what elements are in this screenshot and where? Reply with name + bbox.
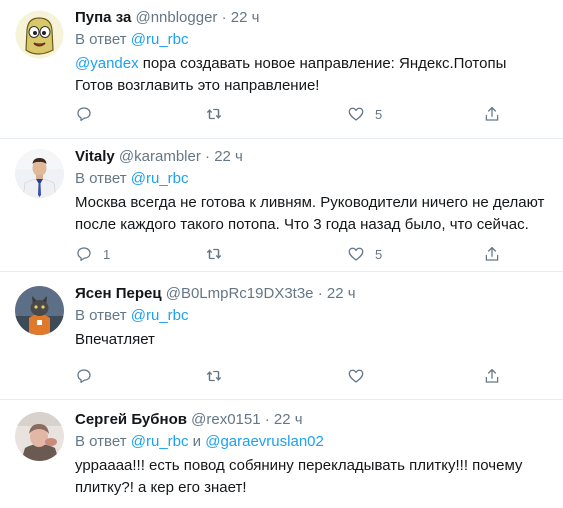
tweet-text: @yandex пора создавать новое направление… [75, 53, 557, 97]
reply-context: В ответ @ru_rbc [75, 30, 557, 50]
timestamp[interactable]: 22 ч [214, 148, 243, 165]
author-handle[interactable]: @B0LmpRc19DX3t3e [166, 285, 314, 302]
reply-icon [77, 369, 91, 384]
replies-feed: Пупа за @nnblogger · 22 ч В ответ @ru_rb… [0, 0, 563, 508]
avatar[interactable] [15, 286, 64, 335]
tweet[interactable]: Сергей Бубнов @rex0151 · 22 ч В ответ @r… [0, 400, 563, 508]
timestamp[interactable]: 22 ч [231, 9, 260, 26]
separator-dot: · [221, 9, 227, 26]
share-icon [485, 368, 499, 383]
share-button[interactable] [483, 366, 501, 386]
tweet-header: Vitaly @karambler · 22 ч [75, 147, 557, 167]
separator-dot: · [205, 148, 211, 165]
tweet[interactable]: Ясен Перец @B0LmpRc19DX3t3e · 22 ч В отв… [0, 272, 563, 400]
share-button[interactable] [483, 104, 501, 124]
reply-mention[interactable]: @ru_rbc [131, 433, 189, 450]
reply-button[interactable]: 1 [75, 244, 110, 264]
author-handle[interactable]: @nnblogger [135, 9, 217, 26]
tweet-text: урраааа!!! есть повод собянину переклады… [75, 455, 557, 499]
reply-mention[interactable]: @garaevruslan02 [205, 433, 324, 450]
tweet-actions: 1 5 [75, 244, 515, 264]
like-button[interactable]: 5 [347, 244, 382, 264]
heart-icon [348, 107, 364, 121]
reply-button[interactable] [75, 104, 103, 124]
reply-prefix: В ответ [75, 31, 127, 48]
retweet-icon [206, 370, 222, 382]
retweet-icon [206, 248, 222, 260]
tweet-header: Ясен Перец @B0LmpRc19DX3t3e · 22 ч [75, 284, 557, 304]
tweet-text-line: пора создавать новое направление: Яндекс… [138, 55, 507, 72]
reply-conjunction: и [188, 433, 206, 450]
heart-icon [348, 369, 364, 383]
reply-mention[interactable]: @ru_rbc [131, 307, 189, 324]
like-button[interactable]: 5 [347, 104, 382, 124]
like-button[interactable] [347, 366, 375, 386]
avatar[interactable] [15, 149, 64, 198]
author-name[interactable]: Пупа за [75, 9, 131, 26]
avatar[interactable] [15, 10, 64, 59]
timestamp[interactable]: 22 ч [327, 285, 356, 302]
reply-context: В ответ @ru_rbc и @garaevruslan02 [75, 432, 557, 452]
reply-mention[interactable]: @ru_rbc [131, 170, 189, 187]
tweet-actions: 5 [75, 104, 515, 124]
tweet[interactable]: Пупа за @nnblogger · 22 ч В ответ @ru_rb… [0, 0, 563, 139]
retweet-button[interactable] [205, 366, 223, 386]
reply-prefix: В ответ [75, 170, 127, 187]
author-handle[interactable]: @karambler [119, 148, 201, 165]
reply-count: 1 [103, 246, 111, 262]
share-icon [485, 106, 499, 121]
reply-prefix: В ответ [75, 307, 127, 324]
tweet-text-line: после каждого такого потопа. Что 3 года … [75, 216, 529, 233]
separator-dot: · [317, 285, 323, 302]
tweet-text-line: Впечатляет [75, 331, 155, 348]
tweet-header: Сергей Бубнов @rex0151 · 22 ч [75, 410, 557, 430]
retweet-button[interactable] [205, 104, 223, 124]
reply-context: В ответ @ru_rbc [75, 169, 557, 189]
avatar[interactable] [15, 412, 64, 461]
tweet-text: Впечатляет [75, 329, 557, 351]
tweet-text-line: плитку?! а кер его знает! [75, 479, 247, 496]
tweet-text-line: Москва всегда не готова к ливням. Руково… [75, 194, 545, 211]
tweet-text-line: урраааа!!! есть повод собянину переклады… [75, 457, 523, 474]
reply-icon [77, 107, 91, 122]
share-button[interactable] [483, 244, 501, 264]
tweet-actions [75, 366, 515, 386]
retweet-button[interactable] [205, 244, 223, 264]
tweet-text-line: Готов возглавить это направление! [75, 77, 320, 94]
author-name[interactable]: Vitaly [75, 148, 115, 165]
author-name[interactable]: Сергей Бубнов [75, 411, 187, 428]
retweet-icon [206, 108, 222, 120]
heart-icon [348, 247, 364, 261]
text-mention[interactable]: @yandex [75, 55, 139, 72]
tweet-text: Москва всегда не готова к ливням. Руково… [75, 192, 557, 236]
reply-mention[interactable]: @ru_rbc [131, 31, 189, 48]
separator-dot: · [264, 411, 270, 428]
reply-icon [77, 247, 91, 262]
tweet[interactable]: Vitaly @karambler · 22 ч В ответ @ru_rbc… [0, 139, 563, 272]
author-name[interactable]: Ясен Перец [75, 285, 162, 302]
reply-context: В ответ @ru_rbc [75, 306, 557, 326]
tweet-header: Пупа за @nnblogger · 22 ч [75, 8, 557, 28]
like-count: 5 [375, 106, 383, 122]
timestamp[interactable]: 22 ч [274, 411, 303, 428]
reply-prefix: В ответ [75, 433, 127, 450]
author-handle[interactable]: @rex0151 [191, 411, 260, 428]
share-icon [485, 246, 499, 261]
reply-button[interactable] [75, 366, 103, 386]
like-count: 5 [375, 246, 383, 262]
